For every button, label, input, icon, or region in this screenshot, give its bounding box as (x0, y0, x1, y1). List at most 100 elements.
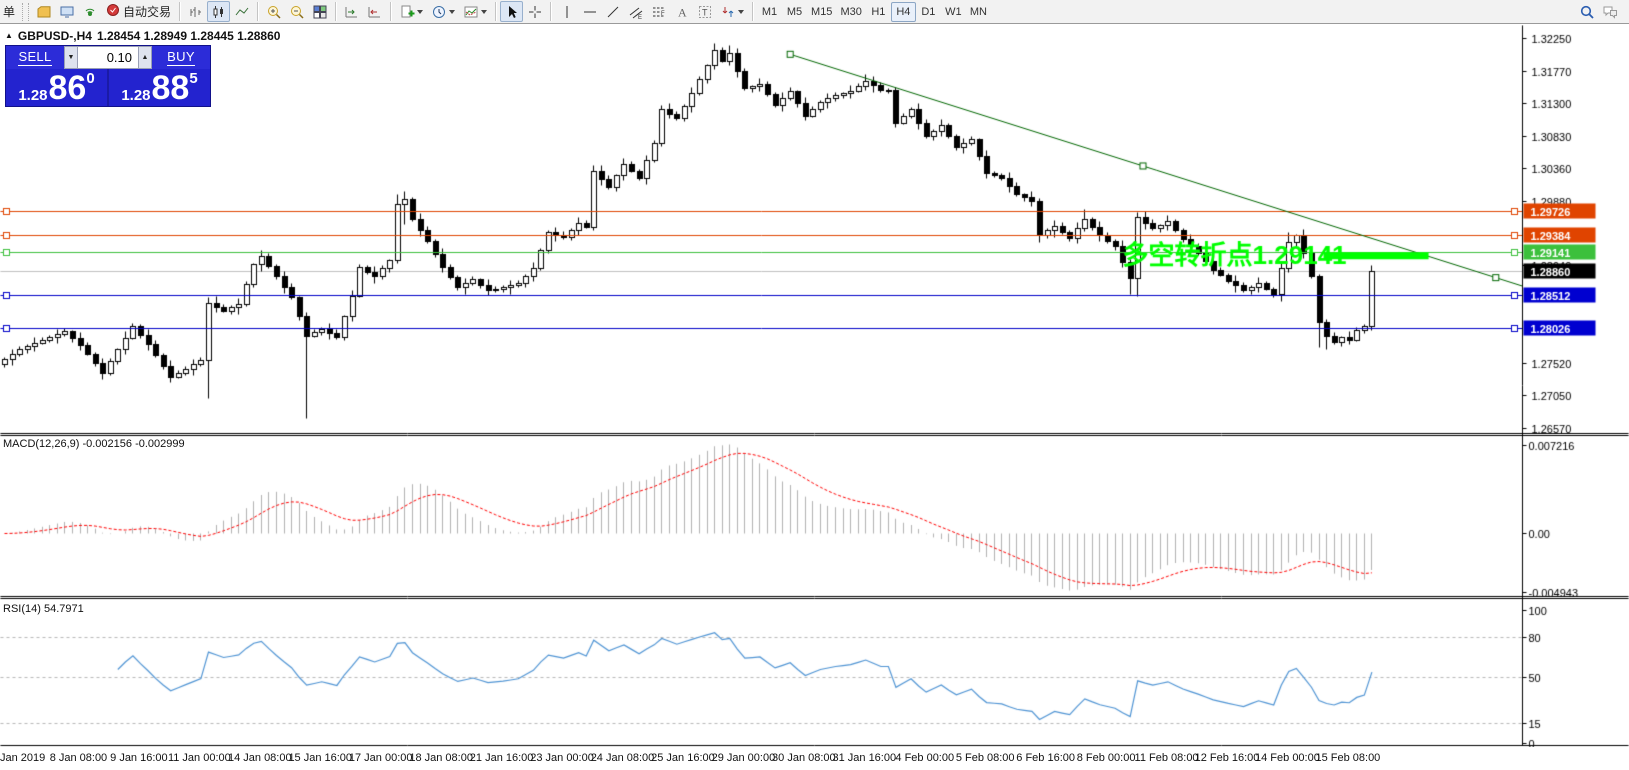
text-label-icon[interactable]: T (693, 1, 716, 22)
buy-price-prefix: 1.28 (121, 88, 150, 103)
separator (495, 2, 496, 21)
sell-price-sup: 0 (86, 70, 94, 87)
date-label: 8 Feb 00:00 (1077, 752, 1136, 764)
candlestick-chart-icon[interactable] (207, 1, 230, 22)
svg-text:A: A (678, 5, 687, 19)
sell-price-big: 86 (49, 75, 87, 103)
chart-legend: ▲ GBPUSD-,H4 1.28454 1.28949 1.28445 1.2… (5, 29, 280, 43)
date-label: 25 Jan 16:00 (651, 752, 715, 764)
arrows-icon[interactable] (716, 1, 748, 22)
date-label: 14 Feb 00:00 (1255, 752, 1320, 764)
separator (257, 2, 258, 21)
monitor-icon[interactable] (55, 1, 78, 22)
date-label: 29 Jan 00:00 (712, 752, 776, 764)
buy-price[interactable]: 1.28 88 5 (109, 69, 210, 106)
signal-icon[interactable] (78, 1, 101, 22)
zoom-in-icon[interactable] (262, 1, 285, 22)
cursor-icon[interactable] (500, 1, 523, 22)
svg-text:F: F (661, 11, 665, 17)
one-click-trading-panel: SELL ▼ ▲ BUY 1.28 86 0 1.28 88 5 (5, 45, 211, 107)
crosshair-icon[interactable] (523, 1, 546, 22)
timeframe-h4[interactable]: H4 (891, 2, 916, 22)
fibonacci-icon[interactable]: F (647, 1, 670, 22)
auto-trading-button[interactable]: 自动交易 (101, 1, 175, 22)
rsi-indicator-label: RSI(14) 54.7971 (3, 603, 84, 615)
buy-price-sup: 5 (189, 70, 197, 87)
svg-text:T: T (702, 7, 708, 17)
timeframe-m15[interactable]: M15 (807, 2, 836, 22)
buy-button[interactable]: BUY (152, 46, 210, 69)
date-label: 6 Feb 16:00 (1016, 752, 1075, 764)
svg-text:E: E (638, 15, 642, 20)
chart-shift-icon[interactable] (340, 1, 363, 22)
buy-price-big: 88 (152, 75, 190, 103)
date-label: 8 Jan 08:00 (50, 752, 108, 764)
date-label: 17 Jan 00:00 (349, 752, 413, 764)
date-label: 11 Jan 00:00 (168, 752, 231, 764)
ohlc-values: 1.28454 1.28949 1.28445 1.28860 (97, 29, 281, 43)
symbol-period-label: GBPUSD-,H4 (18, 29, 92, 43)
separator (550, 2, 551, 21)
date-label: 5 Feb 08:00 (956, 752, 1015, 764)
line-chart-icon[interactable] (230, 1, 253, 22)
mt4-terminal: 单 自动交易 (0, 0, 1629, 770)
timeframe-mn[interactable]: MN (966, 2, 991, 22)
chat-icon[interactable] (1598, 1, 1621, 22)
timeframe-d1[interactable]: D1 (916, 2, 941, 22)
date-label: 12 Feb 16:00 (1195, 752, 1260, 764)
date-label: 4 Feb 00:00 (895, 752, 954, 764)
vertical-line-icon[interactable] (555, 1, 578, 22)
sell-button[interactable]: SELL (6, 46, 64, 69)
date-label: 14 Jan 08:00 (228, 752, 292, 764)
separator (179, 2, 180, 21)
sell-price-prefix: 1.28 (18, 88, 47, 103)
date-label: 23 Jan 00:00 (530, 752, 594, 764)
tile-windows-icon[interactable] (308, 1, 331, 22)
indicators-icon[interactable] (459, 1, 491, 22)
date-label: 11 Feb 08:00 (1135, 752, 1199, 764)
volume-increase-button[interactable]: ▲ (138, 46, 152, 69)
sell-price[interactable]: 1.28 86 0 (6, 69, 107, 106)
date-label: 18 Jan 08:00 (409, 752, 473, 764)
search-icon[interactable] (1575, 1, 1598, 22)
timeframe-m5[interactable]: M5 (782, 2, 807, 22)
date-label: 24 Jan 08:00 (591, 752, 655, 764)
menu-text[interactable]: 单 (2, 3, 19, 20)
auto-trading-label: 自动交易 (123, 3, 171, 20)
date-label: 15 Jan 16:00 (288, 752, 352, 764)
timeframe-w1[interactable]: W1 (941, 2, 966, 22)
separator (335, 2, 336, 21)
chart-canvas[interactable] (0, 25, 1629, 747)
time-axis[interactable]: 7 Jan 20198 Jan 08:009 Jan 16:0011 Jan 0… (0, 750, 1522, 768)
date-label: 15 Feb 08:00 (1315, 752, 1380, 764)
volume-input[interactable] (78, 46, 138, 69)
folder-icon[interactable] (32, 1, 55, 22)
chart-autoscroll-icon[interactable] (363, 1, 386, 22)
date-label: 21 Jan 16:00 (470, 752, 534, 764)
date-label: 30 Jan 08:00 (772, 752, 836, 764)
separator (752, 2, 753, 21)
autotrading-icon (105, 2, 121, 21)
macd-indicator-label: MACD(12,26,9) -0.002156 -0.002999 (3, 438, 185, 450)
bar-chart-icon[interactable] (184, 1, 207, 22)
volume-decrease-button[interactable]: ▼ (64, 46, 78, 69)
date-label: 9 Jan 16:00 (110, 752, 168, 764)
chevron-down-icon (449, 10, 455, 14)
toolbar-grip (22, 3, 29, 21)
horizontal-line-icon[interactable] (578, 1, 601, 22)
separator (390, 2, 391, 21)
timeframe-h1[interactable]: H1 (866, 2, 891, 22)
new-order-button[interactable] (395, 1, 427, 22)
collapse-panel-icon[interactable]: ▲ (5, 31, 13, 40)
trendline-icon[interactable] (601, 1, 624, 22)
timeframe-m30[interactable]: M30 (836, 2, 865, 22)
equidistant-channel-icon[interactable]: E (624, 1, 647, 22)
periods-clock-icon[interactable] (427, 1, 459, 22)
chevron-down-icon (738, 10, 744, 14)
text-icon[interactable]: A (670, 1, 693, 22)
chart-window: ▲ GBPUSD-,H4 1.28454 1.28949 1.28445 1.2… (0, 25, 1629, 770)
chevron-down-icon (417, 10, 423, 14)
date-label: 31 Jan 16:00 (832, 752, 896, 764)
timeframe-m1[interactable]: M1 (757, 2, 782, 22)
zoom-out-icon[interactable] (285, 1, 308, 22)
